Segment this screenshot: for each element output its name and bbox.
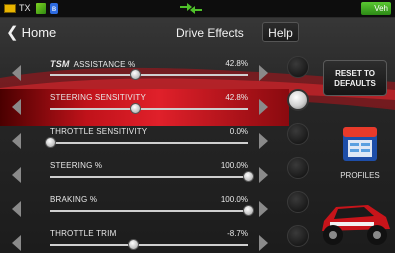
chevron-left-icon: ❮	[6, 24, 19, 41]
row-indicator-dot[interactable]	[287, 157, 309, 179]
profiles-icon[interactable]	[341, 123, 379, 163]
decrease-arrow-icon[interactable]	[12, 201, 21, 217]
setting-row[interactable]: THROTTLE TRIM -8.7%	[0, 225, 289, 253]
slider-track[interactable]	[50, 210, 248, 212]
increase-arrow-icon[interactable]	[259, 99, 268, 115]
setting-row[interactable]: STEERING SENSITIVITY 42.8%	[0, 89, 289, 126]
tsm-logo: TSM	[50, 59, 70, 69]
row-indicator-dot[interactable]	[287, 225, 309, 247]
row-indicator-dot[interactable]	[287, 56, 309, 78]
increase-arrow-icon[interactable]	[259, 167, 268, 183]
setting-label-text: BRAKING %	[50, 195, 98, 204]
setting-label: STEERING SENSITIVITY	[50, 93, 146, 102]
increase-arrow-icon[interactable]	[259, 65, 268, 81]
slider-knob[interactable]	[243, 171, 254, 182]
setting-label: BRAKING %	[50, 195, 97, 204]
setting-label-text: THROTTLE SENSITIVITY	[50, 127, 148, 136]
signal-icon	[36, 3, 46, 14]
setting-label: TSM ASSISTANCE %	[50, 59, 135, 69]
reset-line-1: RESET TO	[335, 69, 375, 78]
increase-arrow-icon[interactable]	[259, 235, 268, 251]
slider-track[interactable]	[50, 74, 248, 76]
setting-label-text: STEERING SENSITIVITY	[50, 93, 147, 102]
vehicle-icon[interactable]: Veh	[361, 2, 391, 15]
decrease-arrow-icon[interactable]	[12, 235, 21, 251]
bluetooth-icon: ʙ	[50, 3, 58, 14]
slider-knob[interactable]	[128, 239, 140, 250]
page-title: Drive Effects	[176, 26, 244, 40]
vehicle-label: Veh	[374, 4, 388, 13]
setting-value: 100.0%	[220, 161, 248, 170]
setting-row[interactable]: THROTTLE SENSITIVITY 0.0%	[0, 123, 289, 160]
increase-arrow-icon[interactable]	[259, 133, 268, 149]
slider-knob[interactable]	[129, 69, 141, 80]
decrease-arrow-icon[interactable]	[12, 167, 21, 183]
slider-track[interactable]	[50, 176, 248, 178]
slider-knob[interactable]	[45, 137, 56, 148]
setting-value: 100.0%	[220, 195, 248, 204]
setting-value: 0.0%	[229, 127, 248, 136]
slider-knob[interactable]	[243, 205, 254, 216]
tx-label: TX	[19, 3, 31, 13]
nav-bar: ❮ Home Drive Effects Help	[0, 18, 395, 46]
setting-value: 42.8%	[225, 59, 248, 68]
profiles-label[interactable]: PROFILES	[330, 171, 390, 180]
setting-label-text: THROTTLE TRIM	[50, 229, 117, 238]
slider-track[interactable]	[50, 142, 248, 144]
help-button[interactable]: Help	[262, 22, 299, 42]
setting-label: THROTTLE TRIM	[50, 229, 116, 238]
row-indicator-dot[interactable]	[287, 123, 309, 145]
reset-line-2: DEFAULTS	[334, 79, 376, 88]
slider-knob[interactable]	[129, 103, 141, 114]
vehicle-truck-icon	[322, 205, 390, 245]
reset-to-defaults-button[interactable]: RESET TO DEFAULTS	[323, 60, 387, 96]
slider-track[interactable]	[50, 108, 248, 110]
battery-icon	[4, 4, 16, 13]
home-back-button[interactable]: ❮ Home	[6, 23, 56, 41]
slider-track[interactable]	[50, 244, 248, 246]
drive-effects-screen: TX ʙ Veh ❮ Home Drive Effects Help TSM ASS…	[0, 0, 395, 253]
increase-arrow-icon[interactable]	[259, 201, 268, 217]
decrease-arrow-icon[interactable]	[12, 133, 21, 149]
row-indicator-dot[interactable]	[287, 191, 309, 213]
setting-label-text: STEERING %	[50, 161, 103, 170]
status-bar: TX ʙ Veh	[0, 0, 395, 18]
setting-label-text: ASSISTANCE %	[73, 60, 136, 69]
setting-row[interactable]: TSM ASSISTANCE % 42.8%	[0, 55, 289, 92]
setting-label: STEERING %	[50, 161, 102, 170]
row-indicator-dot-selected[interactable]	[287, 89, 309, 111]
home-back-label: Home	[21, 25, 57, 40]
setting-value: 42.8%	[225, 93, 248, 102]
setting-label: THROTTLE SENSITIVITY	[50, 127, 147, 136]
decrease-arrow-icon[interactable]	[12, 65, 21, 81]
decrease-arrow-icon[interactable]	[12, 99, 21, 115]
setting-value: -8.7%	[227, 229, 248, 238]
setting-row[interactable]: STEERING % 100.0%	[0, 157, 289, 194]
setting-row[interactable]: BRAKING % 100.0%	[0, 191, 289, 228]
swap-arrows-icon[interactable]	[178, 2, 204, 15]
